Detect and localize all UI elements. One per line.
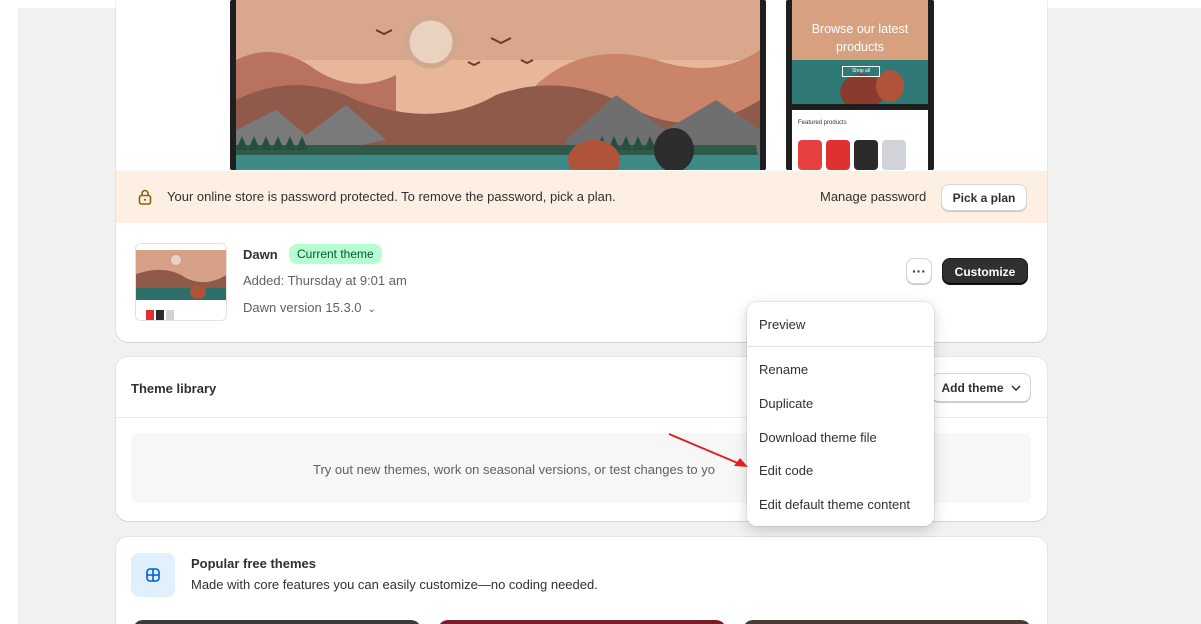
- password-banner: Your online store is password protected.…: [116, 171, 1047, 223]
- mobile-products-label: Featured products: [798, 120, 847, 126]
- left-sidebar-edge: [0, 8, 18, 624]
- menu-item-edit-code[interactable]: Edit code: [759, 463, 813, 478]
- mobile-hero-title: Browse our latest products: [811, 22, 909, 54]
- desktop-preview-illustration: [236, 0, 760, 170]
- product-thumb: [798, 140, 822, 170]
- current-theme-card: Browse our latest products Shop all Feat…: [116, 0, 1047, 342]
- mobile-hero: Browse our latest products Shop all: [792, 0, 928, 104]
- current-theme-badge: Current theme: [289, 244, 382, 264]
- theme-preview[interactable]: Browse our latest products Shop all Feat…: [116, 0, 1047, 171]
- menu-item-download-theme-file[interactable]: Download theme file: [759, 430, 877, 445]
- menu-divider: [747, 346, 934, 347]
- manage-password-link[interactable]: Manage password: [820, 189, 926, 204]
- theme-card-thumbnail[interactable]: [133, 620, 421, 624]
- themes-icon-tile: [131, 553, 175, 597]
- menu-item-edit-default-theme-content[interactable]: Edit default theme content: [759, 497, 910, 512]
- mobile-products: Featured products: [792, 110, 928, 170]
- theme-added-date: Added: Thursday at 9:01 am: [243, 273, 407, 288]
- product-thumb: [854, 140, 878, 170]
- annotation-arrow-icon: [668, 433, 748, 467]
- popular-themes-title: Popular free themes: [191, 556, 316, 571]
- theme-thumbnail[interactable]: [135, 243, 227, 321]
- menu-item-preview[interactable]: Preview: [759, 317, 805, 332]
- empty-state-text: Try out new themes, work on seasonal ver…: [313, 462, 715, 477]
- customize-button[interactable]: Customize: [942, 258, 1028, 285]
- menu-item-rename[interactable]: Rename: [759, 362, 808, 377]
- theme-actions-menu: Preview Rename Duplicate Download theme …: [747, 302, 934, 526]
- popular-themes-card: Popular free themes Made with core featu…: [116, 537, 1047, 624]
- mobile-preview: Browse our latest products Shop all Feat…: [786, 0, 934, 170]
- theme-card-thumbnail[interactable]: [743, 620, 1031, 624]
- lock-icon: [138, 189, 152, 205]
- more-actions-button[interactable]: ···: [906, 258, 932, 284]
- popular-themes-subtitle: Made with core features you can easily c…: [191, 577, 598, 592]
- theme-name: Dawn: [243, 247, 278, 262]
- theme-version-toggle[interactable]: Dawn version 15.3.0 ⌄: [243, 300, 376, 315]
- add-theme-button[interactable]: Add theme: [931, 373, 1031, 402]
- pick-plan-button[interactable]: Pick a plan: [941, 184, 1027, 211]
- chevron-down-icon: [1010, 384, 1021, 391]
- theme-card-thumbnail[interactable]: [438, 620, 726, 624]
- desktop-preview: [230, 0, 766, 170]
- menu-item-duplicate[interactable]: Duplicate: [759, 396, 813, 411]
- mobile-hero-button: Shop all: [842, 66, 880, 77]
- banner-message: Your online store is password protected.…: [167, 189, 616, 204]
- product-thumb: [882, 140, 906, 170]
- layout-icon: [146, 568, 160, 582]
- add-theme-label: Add theme: [941, 380, 1004, 395]
- theme-thumbnail-illustration: [136, 244, 226, 320]
- theme-version-label: Dawn version 15.3.0: [243, 300, 362, 315]
- chevron-down-icon: ⌄: [367, 304, 376, 315]
- product-thumb: [826, 140, 850, 170]
- theme-library-title: Theme library: [131, 381, 217, 396]
